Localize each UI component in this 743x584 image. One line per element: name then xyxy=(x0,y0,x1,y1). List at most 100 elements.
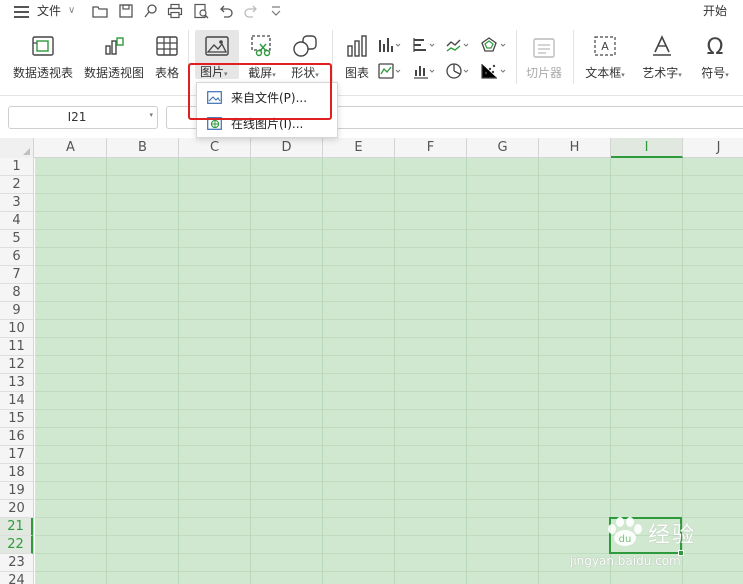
select-all-corner[interactable] xyxy=(0,138,34,158)
column-header[interactable]: E xyxy=(323,138,395,158)
symbol-button[interactable]: Ω 符号▾ xyxy=(694,30,736,90)
scatter-chart-icon xyxy=(481,64,506,79)
open-folder-icon[interactable] xyxy=(92,2,108,20)
row-header[interactable]: 10 xyxy=(0,320,33,338)
line-chart-icon xyxy=(446,39,469,52)
file-menu-chevron-icon[interactable]: ∨ xyxy=(68,2,75,20)
ribbon-separator xyxy=(573,30,574,84)
row-header[interactable]: 19 xyxy=(0,482,33,500)
symbol-label: 符号▾ xyxy=(701,66,729,80)
row-header[interactable]: 23 xyxy=(0,554,33,572)
row-header-column: 1 2 3 4 5 6 7 8 9 10 11 12 13 14 15 16 17 18 19 20 21 22 23 24 xyxy=(0,158,34,584)
svg-text:du: du xyxy=(619,534,632,545)
column-header[interactable]: H xyxy=(539,138,611,158)
svg-text:A: A xyxy=(601,40,609,53)
row-header[interactable]: 9 xyxy=(0,302,33,320)
pie-chart-icon xyxy=(446,63,469,79)
column-header[interactable]: J xyxy=(683,138,743,158)
ribbon-separator xyxy=(332,30,333,84)
row-header[interactable]: 8 xyxy=(0,284,33,302)
pivot-chart-label: 数据透视图 xyxy=(83,66,145,80)
table-button[interactable]: 表格 xyxy=(150,30,184,90)
row-header[interactable]: 6 xyxy=(0,248,33,266)
name-box[interactable]: I21 ▾ xyxy=(8,106,158,129)
omega-icon: Ω xyxy=(707,35,724,58)
row-header[interactable]: 15 xyxy=(0,410,33,428)
pivot-table-label: 数据透视表 xyxy=(12,66,74,80)
tab-start[interactable]: 开始 xyxy=(703,2,727,20)
row-header[interactable]: 21 xyxy=(0,518,33,536)
row-header[interactable]: 4 xyxy=(0,212,33,230)
table-label: 表格 xyxy=(154,66,180,80)
row-header[interactable]: 14 xyxy=(0,392,33,410)
row-header[interactable]: 24 xyxy=(0,572,33,584)
menu-bar: 文件 ∨ 开始 xyxy=(0,0,743,22)
wordart-button[interactable]: 艺术字▾ xyxy=(636,30,688,90)
export-pdf-icon[interactable] xyxy=(143,2,159,20)
radar-chart-dropdown[interactable] xyxy=(480,36,506,54)
stock-chart-icon xyxy=(414,66,435,79)
name-box-value: I21 xyxy=(67,110,87,124)
slicer-icon xyxy=(533,38,555,58)
row-header[interactable]: 18 xyxy=(0,464,33,482)
pivot-table-button[interactable]: 数据透视表 xyxy=(8,30,78,90)
undo-icon[interactable] xyxy=(218,2,234,20)
textbox-icon: A xyxy=(594,36,616,56)
row-header[interactable]: 11 xyxy=(0,338,33,356)
horizontal-bar-icon xyxy=(413,38,435,52)
slicer-button[interactable]: 切片器 xyxy=(522,30,566,90)
column-header-row: ABCDEFGHIJ xyxy=(0,138,743,158)
row-header[interactable]: 1 xyxy=(0,158,33,176)
baidu-paw-logo: du xyxy=(608,517,642,546)
print-preview-icon[interactable] xyxy=(193,2,209,20)
chart-button[interactable]: 图表 xyxy=(340,30,374,90)
ribbon-toolbar: 数据透视表 数据透视图 表格 截屏▾ 形状▾ 图表 切片器 A 文本框▾ 艺术字… xyxy=(0,22,743,96)
baidu-jingyan-watermark: du 经验 jingyan.baidu.com xyxy=(570,517,740,577)
column-chart-dropdown[interactable] xyxy=(378,36,402,54)
radar-chart-icon xyxy=(481,37,506,52)
stock-chart-dropdown[interactable] xyxy=(412,62,436,80)
scatter-chart-dropdown[interactable] xyxy=(480,62,506,80)
file-menu[interactable]: 文件 xyxy=(37,2,61,20)
shape-icon xyxy=(293,35,317,57)
row-header[interactable]: 7 xyxy=(0,266,33,284)
slicer-label: 切片器 xyxy=(525,66,563,80)
bar-chart-icon xyxy=(347,35,367,57)
row-header[interactable]: 20 xyxy=(0,500,33,518)
line-chart-dropdown[interactable] xyxy=(446,36,470,54)
chart-label: 图表 xyxy=(344,66,370,80)
column-header[interactable]: D xyxy=(251,138,323,158)
column-header[interactable]: B xyxy=(107,138,179,158)
pivot-chart-button[interactable]: 数据透视图 xyxy=(82,30,146,90)
area-chart-icon xyxy=(378,63,401,79)
column-header[interactable]: A xyxy=(35,138,107,158)
column-header[interactable]: I xyxy=(611,138,683,158)
pivot-table-icon xyxy=(32,36,54,56)
watermark-text: 经验 xyxy=(648,523,697,548)
row-header[interactable]: 22 xyxy=(0,536,33,554)
column-header[interactable]: F xyxy=(395,138,467,158)
save-icon[interactable] xyxy=(118,2,134,20)
column-header[interactable]: G xyxy=(467,138,539,158)
row-header[interactable]: 17 xyxy=(0,446,33,464)
row-header[interactable]: 13 xyxy=(0,374,33,392)
column-header[interactable]: C xyxy=(179,138,251,158)
name-box-chevron-icon[interactable]: ▾ xyxy=(149,111,153,119)
row-header[interactable]: 12 xyxy=(0,356,33,374)
hamburger-menu-icon[interactable] xyxy=(14,2,30,20)
bar-chart-dropdown[interactable] xyxy=(412,36,436,54)
row-header[interactable]: 16 xyxy=(0,428,33,446)
print-icon[interactable] xyxy=(167,2,183,20)
customize-quick-access-icon[interactable] xyxy=(268,2,284,20)
row-header[interactable]: 5 xyxy=(0,230,33,248)
pivot-chart-icon xyxy=(105,37,124,55)
redo-icon[interactable] xyxy=(243,2,259,20)
wordart-label: 艺术字▾ xyxy=(642,66,682,80)
textbox-button[interactable]: A 文本框▾ xyxy=(580,30,630,90)
area-chart-dropdown[interactable] xyxy=(378,62,402,80)
pie-chart-dropdown[interactable] xyxy=(446,62,470,80)
column-chart-icon xyxy=(379,38,401,52)
wordart-icon xyxy=(653,35,671,56)
row-header[interactable]: 2 xyxy=(0,176,33,194)
row-header[interactable]: 3 xyxy=(0,194,33,212)
